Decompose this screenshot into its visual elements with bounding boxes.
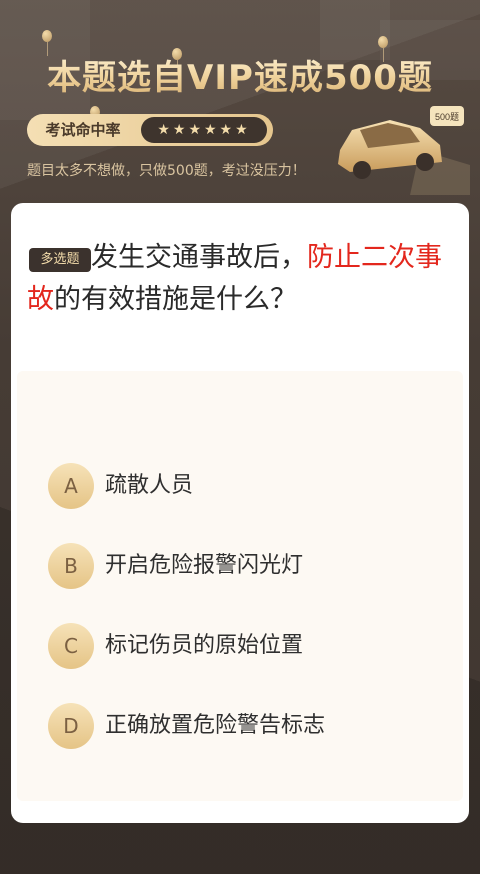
- hit-rate-label: 考试命中率: [45, 121, 121, 139]
- question-text-after: 的有效措施是什么？: [54, 284, 297, 315]
- option-b-text: 开启危险报警闪光灯: [105, 553, 304, 578]
- option-b-key: B: [48, 543, 94, 589]
- option-d-text: 正确放置危险警告标志: [105, 713, 326, 738]
- car-sign: 500题: [435, 112, 459, 122]
- question-card: 多选题 发生交通事故后，防止二次事故的有效措施是什么？ A 疏散人员 B 开启危…: [11, 203, 469, 823]
- option-a-text: 疏散人员: [105, 473, 194, 498]
- option-d-key: D: [48, 703, 94, 749]
- balloon-icon: [42, 30, 52, 56]
- banner-tagline: 题目太多不想做，只做500题，考过没压力！: [27, 163, 306, 179]
- question-text: 发生交通事故后，防止二次事故的有效措施是什么？: [27, 237, 453, 321]
- option-b[interactable]: B 开启危险报警闪光灯: [48, 543, 448, 589]
- hit-rate-pill: 考试命中率 ★★★★★★: [27, 114, 273, 146]
- balloon-icon: [378, 36, 388, 62]
- option-c-text: 标记伤员的原始位置: [105, 633, 304, 658]
- option-a[interactable]: A 疏散人员: [48, 463, 448, 509]
- question-text-before: 发生交通事故后，: [91, 242, 307, 273]
- option-a-key: A: [48, 463, 94, 509]
- car-illustration: 500题: [338, 106, 470, 195]
- option-d[interactable]: D 正确放置危险警告标志: [48, 703, 448, 749]
- option-c-key: C: [48, 623, 94, 669]
- options-panel: A 疏散人员 B 开启危险报警闪光灯 C 标记伤员的原始位置 D 正确放置危险警…: [17, 371, 463, 801]
- hit-rate-stars: ★★★★★★: [141, 117, 267, 143]
- option-c[interactable]: C 标记伤员的原始位置: [48, 623, 448, 669]
